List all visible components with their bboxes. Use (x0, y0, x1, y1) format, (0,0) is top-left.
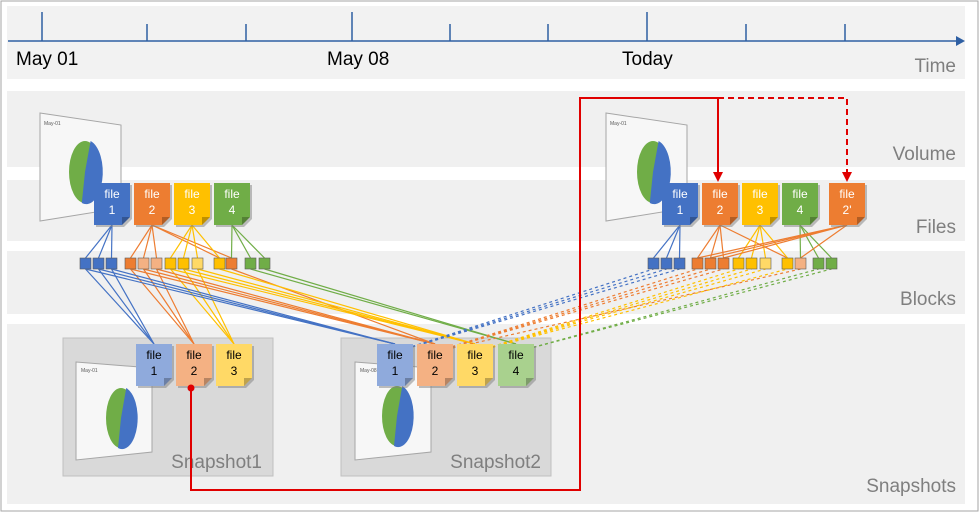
block-link (110, 224, 113, 259)
snapshot1-title: Snapshot1 (171, 452, 262, 473)
file-number: 3 (231, 364, 238, 378)
file-number: 2' (843, 203, 852, 217)
file-number: 1 (677, 203, 684, 217)
data-block (124, 257, 137, 270)
file-icon: file 2 (702, 183, 740, 227)
file-number: 3 (757, 203, 764, 217)
restore-origin-dot (187, 384, 195, 392)
data-block (759, 257, 772, 270)
data-block (812, 257, 825, 270)
data-block (660, 257, 673, 270)
file-word: file (146, 348, 162, 362)
snapshot-file-icon: file 2 (176, 344, 214, 388)
file-word: file (224, 187, 240, 201)
data-block (647, 257, 660, 270)
data-block (745, 257, 758, 270)
file-word: file (104, 187, 120, 201)
thumbnail-title: May-01 (81, 368, 98, 374)
band-label-files: Files (916, 217, 956, 238)
file-word: file (467, 348, 483, 362)
data-block (244, 257, 257, 270)
snapshot-file-icon: file 1 (377, 344, 415, 388)
file-number: 4 (229, 203, 236, 217)
data-block (781, 257, 794, 270)
data-block (137, 257, 150, 270)
file-word: file (186, 348, 202, 362)
snapshot-file-icon: file 1 (136, 344, 174, 388)
file-word: file (839, 187, 855, 201)
data-block (717, 257, 730, 270)
file-icon: file 2 (134, 183, 172, 227)
data-block (105, 257, 118, 270)
data-block (673, 257, 686, 270)
block-link (678, 224, 681, 259)
snapshot-file-icon: file 3 (457, 344, 495, 388)
file-number: 1 (151, 364, 158, 378)
data-block (704, 257, 717, 270)
file-word: file (226, 348, 242, 362)
diagram-stage: May 01 May 08 Today Time Volume Files Bl… (0, 0, 979, 512)
data-block (177, 257, 190, 270)
file-icon: file 3 (742, 183, 780, 227)
file-word: file (144, 187, 160, 201)
file-word: file (427, 348, 443, 362)
file-icon: file 4 (782, 183, 820, 227)
file-icon: file 1 (94, 183, 132, 227)
file-number: 2 (191, 364, 198, 378)
thumbnail-title: May-08 (360, 368, 377, 374)
band-label-blocks: Blocks (900, 289, 956, 310)
band-label-volume: Volume (893, 144, 956, 165)
file-word: file (792, 187, 808, 201)
file-word: file (712, 187, 728, 201)
file-number: 2 (717, 203, 724, 217)
block-link (799, 224, 802, 259)
data-block (79, 257, 92, 270)
band-label-snapshots: Snapshots (866, 476, 956, 497)
timeline-label-today: Today (622, 49, 673, 70)
time-axis-label: Time (914, 56, 956, 77)
snapshot-diagram: May 01 May 08 Today Time Volume Files Bl… (0, 0, 979, 512)
timeline-label-may08: May 08 (327, 49, 389, 70)
file-number: 1 (109, 203, 116, 217)
data-block (150, 257, 163, 270)
file-number: 1 (392, 364, 399, 378)
file-icon: file 3 (174, 183, 212, 227)
file-number: 4 (513, 364, 520, 378)
data-block (191, 257, 204, 270)
data-block (691, 257, 704, 270)
file-word: file (508, 348, 524, 362)
file-word: file (752, 187, 768, 201)
file-number: 4 (797, 203, 804, 217)
file-word: file (184, 187, 200, 201)
data-block (213, 257, 226, 270)
snapshot2-title: Snapshot2 (450, 452, 541, 473)
block-link (230, 224, 233, 259)
file-number: 3 (472, 364, 479, 378)
data-block (164, 257, 177, 270)
timeline-label-may01: May 01 (16, 49, 78, 70)
file-icon: file 2' (829, 183, 867, 227)
data-block (732, 257, 745, 270)
file-icon: file 1 (662, 183, 700, 227)
data-block (825, 257, 838, 270)
file-icon: file 4 (214, 183, 252, 227)
data-block (92, 257, 105, 270)
data-block (225, 257, 238, 270)
file-word: file (387, 348, 403, 362)
file-word: file (672, 187, 688, 201)
file-number: 3 (189, 203, 196, 217)
volume-band (7, 91, 965, 167)
snapshot-file-icon: file 4 (498, 344, 536, 388)
data-block (794, 257, 807, 270)
timeline-band (7, 6, 965, 79)
thumbnail-title: May-01 (610, 121, 627, 127)
file-number: 2 (432, 364, 439, 378)
snapshot-file-icon: file 2 (417, 344, 455, 388)
data-block (258, 257, 271, 270)
thumbnail-title: May-01 (44, 121, 61, 127)
file-number: 2 (149, 203, 156, 217)
snapshot-file-icon: file 3 (216, 344, 254, 388)
